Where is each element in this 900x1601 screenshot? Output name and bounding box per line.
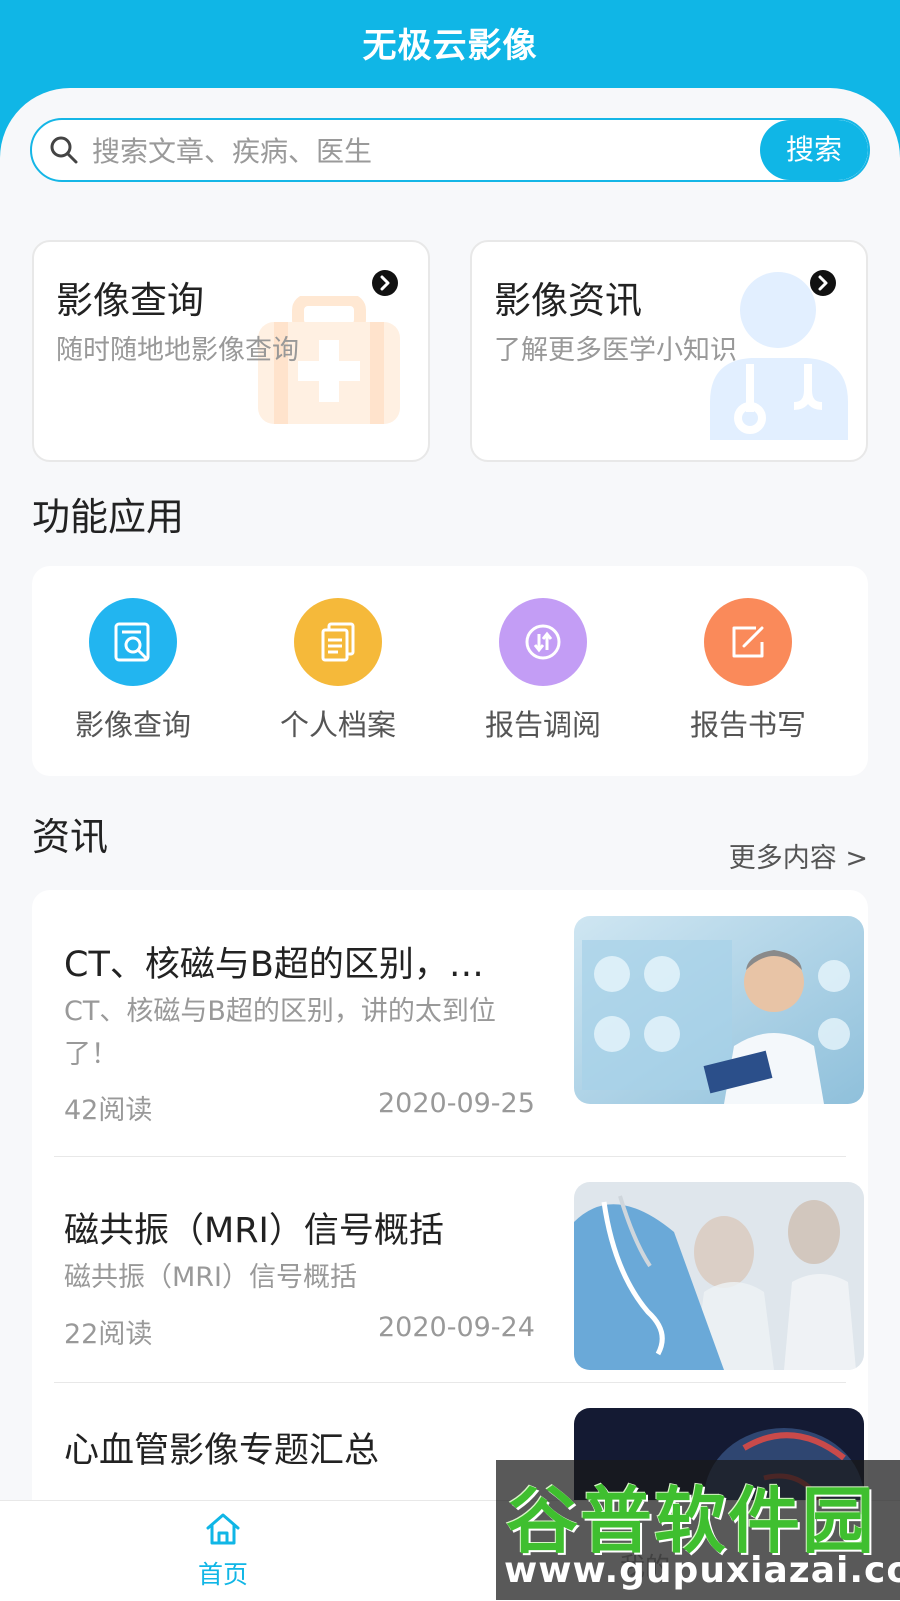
search-input[interactable]	[90, 120, 734, 180]
transfer-icon	[499, 598, 587, 686]
news-thumbnail	[574, 1182, 864, 1370]
app-image-query[interactable]: 影像查询	[58, 598, 208, 748]
home-icon	[203, 1513, 243, 1553]
card-title: 影像查询	[56, 279, 204, 322]
app-title: 无极云影像	[362, 26, 538, 66]
edit-icon	[704, 598, 792, 686]
app-label: 个人档案	[279, 708, 396, 742]
more-content-link[interactable]: 更多内容 >	[729, 836, 868, 875]
news-item[interactable]: 磁共振（MRI）信号概括 磁共振（MRI）信号概括 22阅读 2020-09-2…	[54, 1182, 864, 1382]
news-title: 心血管影像专题汇总	[64, 1431, 380, 1471]
app-personal-records[interactable]: 个人档案	[263, 598, 413, 748]
news-read-count: 22阅读	[64, 1319, 153, 1350]
news-title: 磁共振（MRI）信号概括	[64, 1211, 444, 1251]
search-icon	[48, 134, 80, 166]
image-search-icon	[89, 598, 177, 686]
apps-section-title: 功能应用	[32, 495, 185, 539]
card-subtitle: 了解更多医学小知识	[494, 335, 737, 366]
app-label: 报告调阅	[484, 708, 601, 742]
tab-home-label: 首页	[197, 1560, 248, 1589]
news-section-title: 资讯	[32, 815, 109, 859]
divider	[54, 1156, 846, 1157]
divider	[54, 1382, 846, 1383]
app-report-write[interactable]: 报告书写	[673, 598, 823, 748]
arrow-right-icon[interactable]	[372, 270, 398, 296]
app-report-view[interactable]: 报告调阅	[468, 598, 618, 748]
arrow-right-icon[interactable]	[810, 270, 836, 296]
watermark-url: www.gupuxiazai.com	[504, 1550, 900, 1591]
news-title: CT、核磁与B超的区别，讲的太到位了！	[64, 945, 514, 985]
document-icon	[294, 598, 382, 686]
news-date: 2020-09-24	[378, 1312, 535, 1343]
news-read-count: 42阅读	[64, 1095, 153, 1126]
news-summary: CT、核磁与B超的区别，讲的太到位了！	[64, 996, 496, 1070]
news-summary: 磁共振（MRI）信号概括	[64, 1262, 358, 1293]
news-thumbnail	[574, 916, 864, 1104]
watermark-logo: 谷普软件园 www.gupuxiazai.com	[496, 1460, 900, 1600]
app-label: 影像查询	[74, 708, 191, 742]
search-bar[interactable]: 搜索	[30, 118, 870, 182]
card-title: 影像资讯	[494, 279, 642, 322]
image-news-card[interactable]: 影像资讯 了解更多医学小知识	[470, 240, 868, 462]
apps-panel: 影像查询 个人档案 报告调阅 报告书写	[32, 566, 868, 776]
news-date: 2020-09-25	[378, 1088, 535, 1119]
news-item[interactable]: CT、核磁与B超的区别，讲的太到位了！ CT、核磁与B超的区别，讲的太到位了！ …	[54, 916, 864, 1136]
tab-home[interactable]: 首页	[178, 1509, 268, 1599]
image-query-card[interactable]: 影像查询 随时随地地影像查询	[32, 240, 430, 462]
app-label: 报告书写	[689, 708, 806, 742]
card-subtitle: 随时随地地影像查询	[56, 335, 299, 366]
search-button[interactable]: 搜索	[760, 120, 868, 180]
